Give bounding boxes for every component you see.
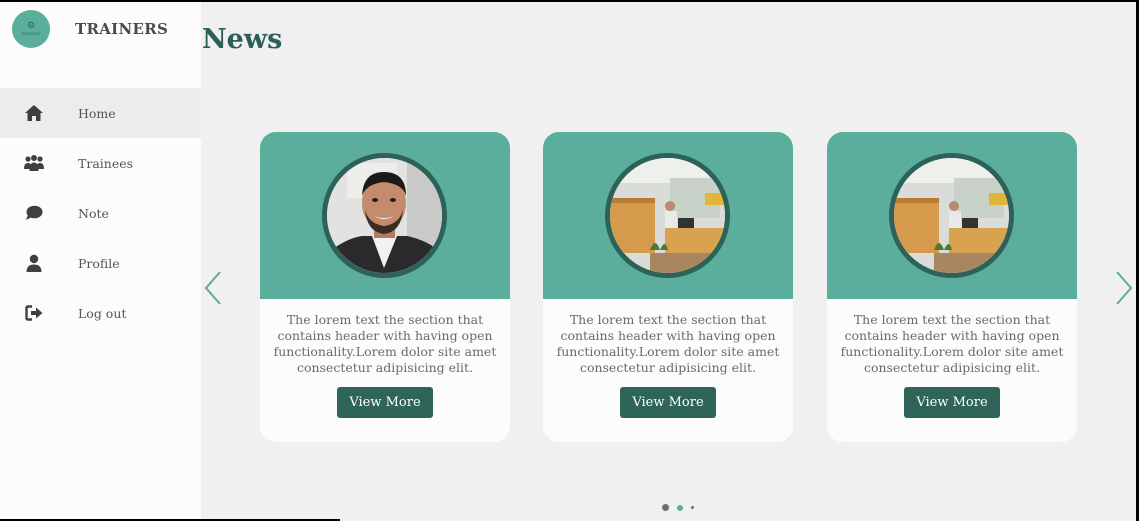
news-card: The lorem text the section that contains… xyxy=(827,132,1077,442)
sidebar-item-label: Profile xyxy=(78,255,120,271)
brand-title: TRAINERS xyxy=(75,20,169,38)
brand-header: ⚙ Inspector TRAINERS xyxy=(0,2,201,88)
group-icon xyxy=(23,152,45,174)
home-icon xyxy=(23,102,45,124)
view-more-button[interactable]: View More xyxy=(337,387,433,418)
pagination-dot-active[interactable] xyxy=(677,504,683,511)
user-icon xyxy=(23,252,45,274)
app-frame: ⚙ Inspector TRAINERS Home Trainees Note … xyxy=(0,2,1136,521)
carousel-prev-arrow[interactable] xyxy=(203,270,223,310)
card-header xyxy=(543,132,793,299)
news-card: The lorem text the section that contains… xyxy=(543,132,793,442)
card-header xyxy=(260,132,510,299)
sidebar-item-trainees[interactable]: Trainees xyxy=(0,138,201,188)
pagination-dot[interactable] xyxy=(662,504,669,511)
logout-icon xyxy=(23,302,45,324)
sidebar-nav: Home Trainees Note Profile Log out xyxy=(0,88,201,338)
page-title: News xyxy=(202,24,283,55)
trainer-photo xyxy=(889,153,1014,278)
chevron-right-icon xyxy=(1116,271,1133,305)
sidebar-item-home[interactable]: Home xyxy=(0,88,201,138)
trainer-photo xyxy=(322,153,447,278)
brand-logo[interactable]: ⚙ Inspector xyxy=(12,10,50,48)
bike-icon: ⚙ xyxy=(26,20,36,31)
sidebar-item-label: Trainees xyxy=(78,155,134,171)
card-header xyxy=(827,132,1077,299)
sidebar-item-logout[interactable]: Log out xyxy=(0,288,201,338)
sidebar-item-label: Home xyxy=(78,105,116,121)
sidebar: ⚙ Inspector TRAINERS Home Trainees Note … xyxy=(0,2,201,521)
sidebar-item-label: Log out xyxy=(78,305,127,321)
logo-text: Inspector xyxy=(21,30,41,36)
view-more-button[interactable]: View More xyxy=(904,387,1000,418)
card-description: The lorem text the section that contains… xyxy=(840,312,1064,375)
news-card: The lorem text the section that contains… xyxy=(260,132,510,442)
sidebar-item-profile[interactable]: Profile xyxy=(0,238,201,288)
trainer-photo xyxy=(605,153,730,278)
card-description: The lorem text the section that contains… xyxy=(556,312,780,375)
view-more-button[interactable]: View More xyxy=(620,387,716,418)
sidebar-item-label: Note xyxy=(78,205,109,221)
sidebar-item-note[interactable]: Note xyxy=(0,188,201,238)
chat-bubble-icon xyxy=(23,202,45,224)
chevron-left-icon xyxy=(204,271,221,305)
pagination-dot[interactable] xyxy=(691,506,694,509)
card-description: The lorem text the section that contains… xyxy=(273,312,497,375)
carousel-next-arrow[interactable] xyxy=(1114,270,1134,310)
carousel-pagination xyxy=(662,504,694,511)
